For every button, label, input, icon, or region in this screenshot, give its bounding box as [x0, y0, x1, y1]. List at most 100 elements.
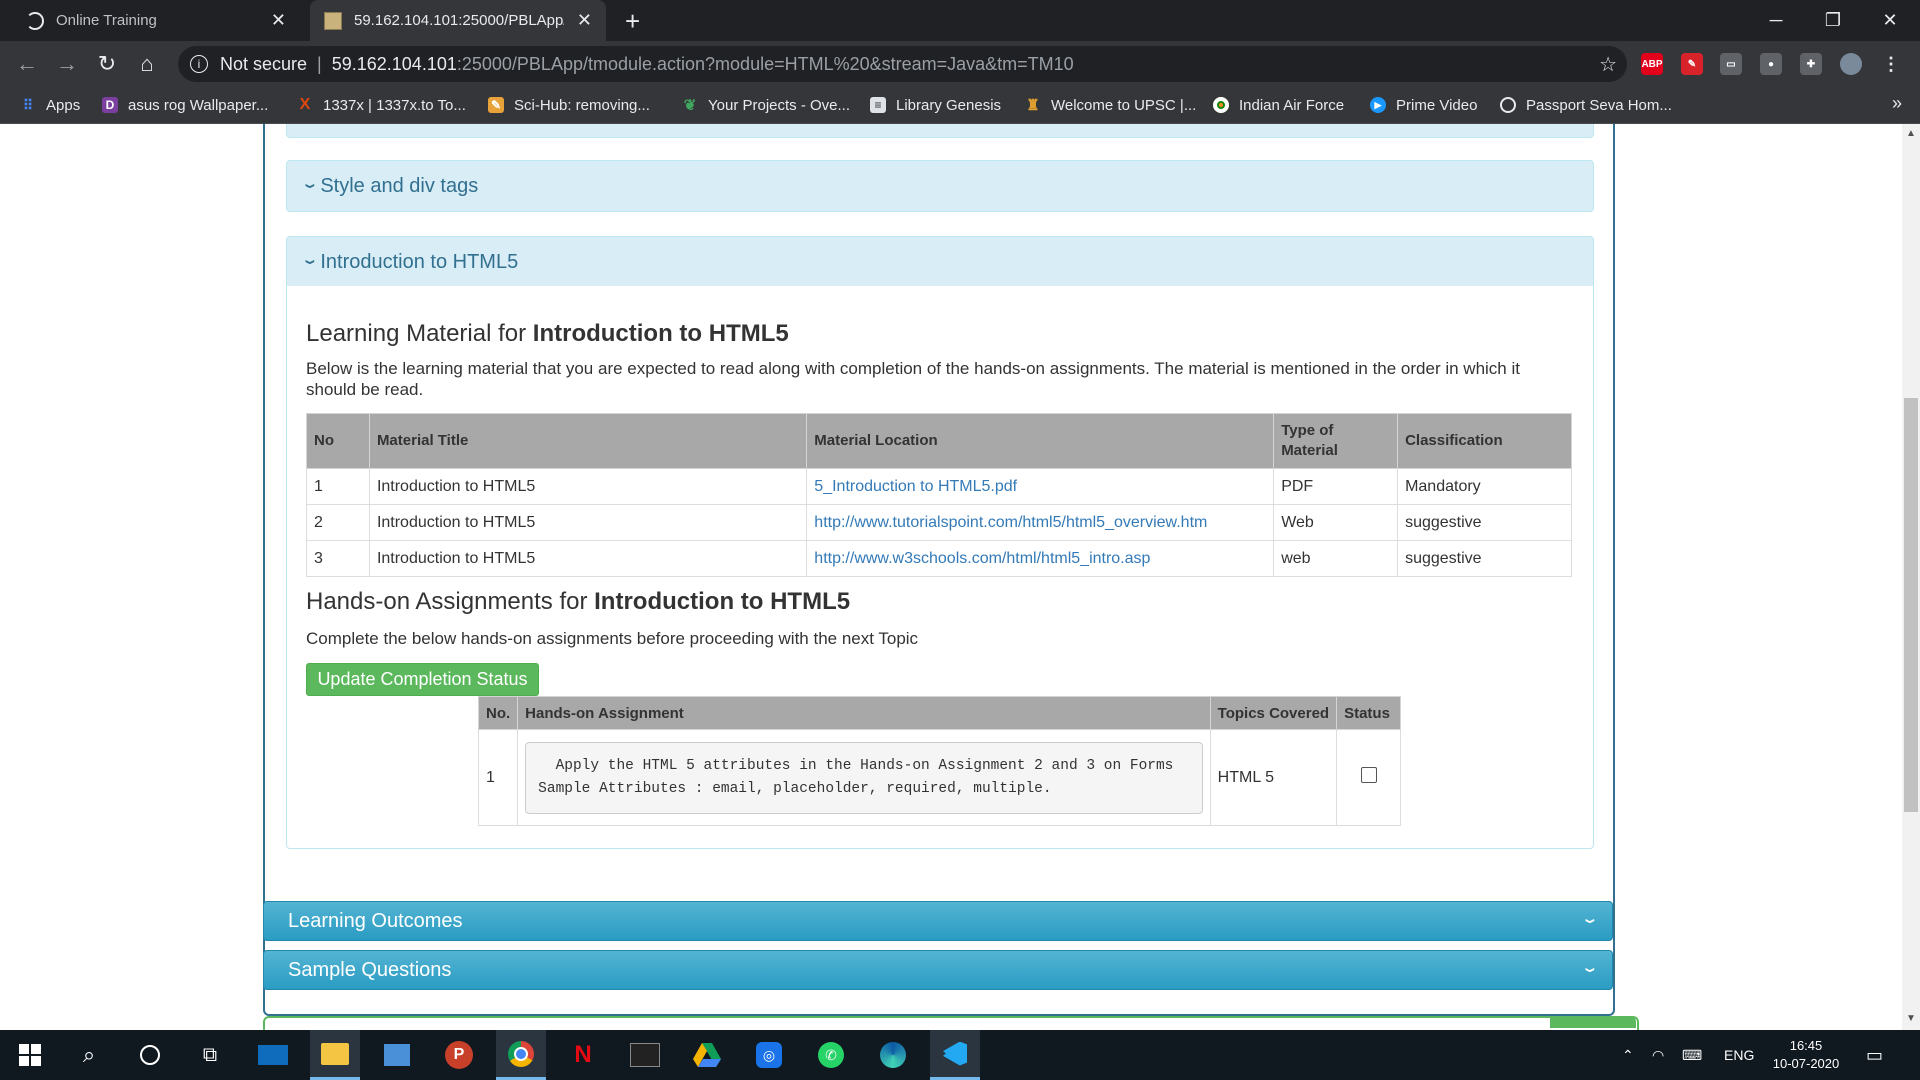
chevron-down-icon: › — [1578, 918, 1602, 924]
table-row: 2 Introduction to HTML5 http://www.tutor… — [306, 504, 1572, 541]
keyboard-icon[interactable]: ⌨ — [1682, 1030, 1702, 1080]
bookmark-scihub[interactable]: ✎ Sci-Hub: removing... — [488, 87, 650, 123]
scroll-up-arrow-icon[interactable]: ▲ — [1902, 128, 1920, 139]
cell-no: 1 — [477, 729, 519, 826]
close-tab-icon[interactable]: ✕ — [577, 10, 592, 31]
table-row: 1 Apply the HTML 5 attributes in the Han… — [477, 729, 1401, 826]
update-completion-status-button[interactable]: Update Completion Status — [306, 663, 539, 696]
security-label[interactable]: Not secure — [220, 54, 307, 75]
cell-type: Web — [1273, 504, 1399, 541]
tab-online-training[interactable]: Online Training ✕ — [0, 0, 300, 41]
cell-status — [1336, 729, 1401, 826]
info-icon[interactable]: i — [190, 55, 208, 73]
profile-avatar[interactable] — [1840, 53, 1862, 75]
restore-icon[interactable]: ❐ — [1805, 0, 1861, 41]
window-close-icon[interactable]: ✕ — [1862, 0, 1918, 41]
minimize-icon[interactable]: ─ — [1748, 0, 1804, 41]
close-tab-icon[interactable]: ✕ — [271, 10, 286, 31]
search-icon[interactable]: ⌕ — [64, 1030, 114, 1080]
table-header-row: No. Hands-on Assignment Topics Covered S… — [477, 696, 1401, 730]
google-drive-icon[interactable] — [682, 1030, 732, 1080]
bookmark-label: asus rog Wallpaper... — [128, 96, 269, 114]
bookmark-upsc[interactable]: ♜ Welcome to UPSC |... — [1025, 87, 1196, 123]
cell-classification: suggestive — [1397, 504, 1572, 541]
bookmark-label: Apps — [46, 96, 81, 114]
clock-time: 16:45 — [1789, 1038, 1823, 1053]
scroll-down-arrow-icon[interactable]: ▼ — [1902, 1013, 1920, 1024]
next-panel-edge — [263, 1016, 1639, 1030]
browser-toolbar: ← → ↻ ⌂ i Not secure | 59.162.104.101:25… — [0, 41, 1920, 87]
loading-spinner-icon — [26, 11, 44, 30]
bookmark-iaf[interactable]: Indian Air Force — [1213, 87, 1344, 123]
bookmark-passport[interactable]: Passport Seva Hom... — [1500, 87, 1672, 123]
instagram-icon[interactable]: ◎ — [744, 1030, 794, 1080]
bookmarks-bar: ⠿ Apps D asus rog Wallpaper... X 1337x |… — [0, 87, 1920, 124]
task-view-icon[interactable]: ⧉ — [185, 1030, 235, 1080]
scrollbar-thumb[interactable] — [1904, 398, 1918, 812]
bookmark-label: Sci-Hub: removing... — [514, 96, 650, 114]
record-icon[interactable]: ● — [1760, 53, 1782, 75]
mail-icon[interactable] — [248, 1030, 298, 1080]
cell-type: web — [1273, 540, 1399, 577]
terminal-icon[interactable] — [620, 1030, 670, 1080]
cast-icon[interactable]: ▭ — [1720, 53, 1742, 75]
bookmark-label: Your Projects - Ove... — [708, 96, 851, 114]
col-header-status: Status — [1336, 696, 1401, 730]
address-bar[interactable]: i Not secure | 59.162.104.101:25000/PBLA… — [178, 46, 1627, 82]
forward-arrow-icon[interactable]: → — [54, 51, 80, 77]
cell-classification: Mandatory — [1397, 468, 1572, 505]
bookmark-apps[interactable]: ⠿ Apps — [20, 87, 80, 123]
chrome-icon[interactable] — [496, 1030, 546, 1080]
cell-title: Introduction to HTML5 — [368, 468, 808, 505]
bookmark-prime[interactable]: ▶ Prime Video — [1370, 87, 1477, 123]
cell-type: PDF — [1273, 468, 1399, 505]
vscode-icon[interactable] — [930, 1030, 980, 1080]
abp-icon[interactable]: ABP — [1641, 53, 1663, 75]
material-link[interactable]: 5_Introduction to HTML5.pdf — [814, 478, 1017, 495]
tray-chevron-icon[interactable]: ⌃ — [1622, 1030, 1634, 1080]
url-host: 59.162.104.101 — [331, 53, 457, 74]
material-link[interactable]: http://www.w3schools.com/html/html5_intr… — [814, 550, 1150, 567]
back-arrow-icon[interactable]: ← — [14, 51, 40, 77]
bookmark-projects[interactable]: ❦ Your Projects - Ove... — [682, 87, 850, 123]
bookmark-star-icon[interactable]: ☆ — [1599, 52, 1617, 77]
p-app-icon[interactable]: P — [434, 1030, 484, 1080]
x-logo-icon: X — [299, 96, 311, 113]
clock[interactable]: 16:45 10-07-2020 — [1766, 1030, 1846, 1080]
accordion-intro-html5[interactable]: › Introduction to HTML5 — [286, 236, 1594, 288]
more-bookmarks-icon[interactable]: » — [1892, 93, 1902, 114]
pdf-extension-icon[interactable]: ✎ — [1681, 53, 1703, 75]
notification-icon[interactable]: ▭ — [1866, 1030, 1883, 1080]
col-header-classification: Classification — [1397, 413, 1572, 469]
tab-pblapp[interactable]: 59.162.104.101:25000/PBLApp/tmodule ✕ — [310, 0, 606, 41]
language-indicator[interactable]: ENG — [1724, 1030, 1754, 1080]
bookmark-label: Indian Air Force — [1239, 96, 1345, 114]
reload-icon[interactable]: ↻ — [94, 51, 120, 77]
start-icon[interactable] — [5, 1030, 55, 1080]
new-tab-plus-icon[interactable]: + — [625, 6, 640, 37]
file-explorer-icon[interactable] — [310, 1030, 360, 1080]
previous-accordion-item[interactable] — [286, 124, 1594, 138]
status-checkbox[interactable] — [1360, 767, 1377, 783]
heading-topic: Introduction to HTML5 — [532, 320, 789, 347]
netflix-icon[interactable]: N — [558, 1030, 608, 1080]
outlook-icon[interactable] — [372, 1030, 422, 1080]
learning-outcomes-bar[interactable]: Learning Outcomes › — [263, 901, 1613, 941]
cell-no: 3 — [306, 540, 370, 577]
bookmark-label: Passport Seva Hom... — [1526, 96, 1672, 114]
table-header-row: No Material Title Material Location Type… — [306, 413, 1572, 469]
edge-icon[interactable] — [868, 1030, 918, 1080]
wifi-icon[interactable]: ◠ — [1652, 1030, 1664, 1080]
material-link[interactable]: http://www.tutorialspoint.com/html5/html… — [814, 514, 1207, 531]
menu-kebab-icon[interactable]: ⋮ — [1880, 53, 1902, 75]
hands-on-table: No. Hands-on Assignment Topics Covered S… — [477, 696, 1401, 826]
puzzle-icon[interactable]: ✚ — [1800, 53, 1822, 75]
cortana-icon[interactable] — [125, 1030, 175, 1080]
sample-questions-bar[interactable]: Sample Questions › — [263, 950, 1613, 990]
whatsapp-icon[interactable]: ✆ — [806, 1030, 856, 1080]
home-icon[interactable]: ⌂ — [134, 51, 160, 77]
bookmark-1337x[interactable]: X 1337x | 1337x.to To... — [297, 87, 466, 123]
bookmark-asus[interactable]: D asus rog Wallpaper... — [102, 87, 268, 123]
bookmark-libgen[interactable]: ≡ Library Genesis — [870, 87, 1001, 123]
accordion-style-div[interactable]: › Style and div tags — [286, 160, 1594, 212]
